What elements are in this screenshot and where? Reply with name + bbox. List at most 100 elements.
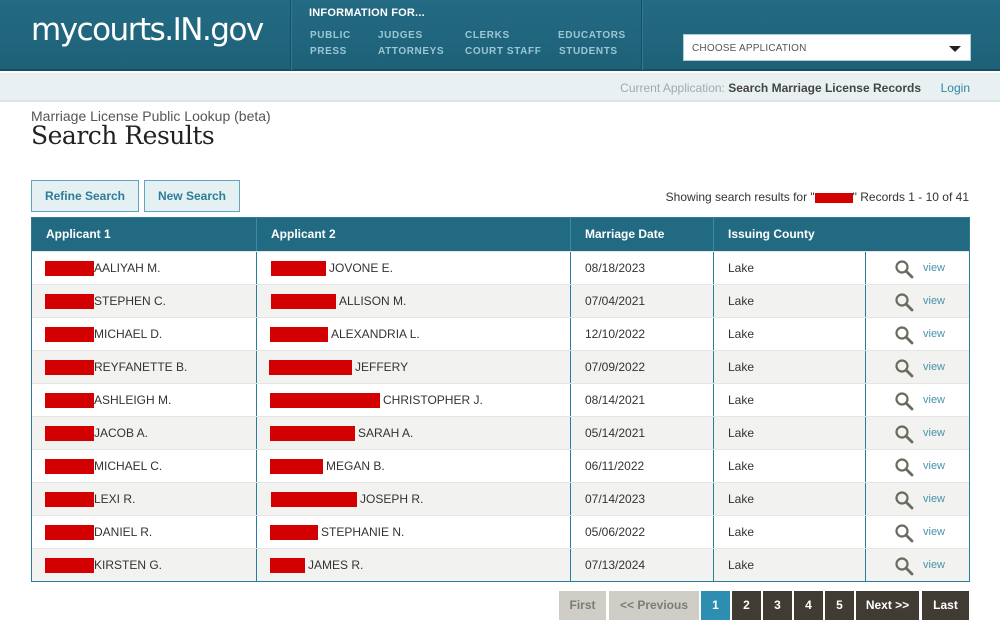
view-link[interactable]: view [923,450,945,482]
column-divider [713,285,714,318]
magnifier-icon[interactable] [894,292,914,312]
applicant-1-cell: AALIYAH M. [45,252,160,284]
redacted-surname [45,459,94,475]
column-divider [865,483,866,516]
login-link[interactable]: Login [941,81,970,95]
applicant-1-name: REYFANETTE B. [94,360,188,374]
magnifier-icon[interactable] [894,391,914,411]
marriage-date: 12/10/2022 [585,327,646,341]
results-prefix: Showing search results for " [665,190,815,204]
magnifier-icon[interactable] [894,556,914,576]
pagination-next[interactable]: Next >> [856,591,919,620]
table-row: JACOB A. SARAH A. 05/14/2021 Lake view [32,416,969,450]
applicant-1-cell: REYFANETTE B. [45,351,187,383]
applicant-2-name: MEGAN B. [326,459,385,473]
applicant-1-name: MICHAEL D. [94,327,163,341]
applicant-1-cell: KIRSTEN G. [45,549,162,581]
view-link[interactable]: view [923,285,945,317]
applicant-1-cell: MICHAEL D. [45,318,162,350]
info-link-public[interactable]: PUBLIC [310,30,351,41]
info-link-students[interactable]: STUDENTS [559,46,618,57]
redacted-surname [45,558,94,574]
page-title: Search Results [31,121,215,150]
column-header-marriage-date: Marriage Date [585,227,665,241]
applicant-2-cell: MEGAN B. [270,450,385,482]
table-row: LEXI R. JOSEPH R. 07/14/2023 Lake view [32,482,969,516]
table-row: MICHAEL D. ALEXANDRIA L. 12/10/2022 Lake vie… [32,317,969,351]
site-logo[interactable]: mycourts.IN.gov [31,12,264,48]
column-divider [570,351,571,384]
info-link-educators[interactable]: EDUCATORS [558,30,626,41]
column-divider [256,549,257,582]
marriage-date: 07/13/2024 [585,558,646,572]
caret-down-icon [949,46,961,52]
column-divider [713,417,714,450]
applicant-2-name: STEPHANIE N. [321,525,405,539]
pagination-page-2[interactable]: 2 [732,591,761,620]
view-link[interactable]: view [923,351,945,383]
pagination-page-4[interactable]: 4 [794,591,823,620]
view-link[interactable]: view [923,417,945,449]
applicant-2-name: JOSEPH R. [360,492,424,506]
redacted-surname [270,393,380,409]
issuing-county: Lake [728,360,755,374]
results-table: Applicant 1 Applicant 2 Marriage Date Is… [31,217,970,582]
column-divider [570,483,571,516]
application-bar: Current Application: Search Marriage Lic… [0,73,1000,102]
info-link-judges[interactable]: JUDGES [378,30,423,41]
applicant-2-name: JEFFERY [355,360,409,374]
choose-application-select[interactable]: CHOOSE APPLICATION [683,34,971,61]
new-search-button[interactable]: New Search [144,180,240,212]
issuing-county: Lake [728,294,755,308]
redacted-surname [270,426,355,442]
marriage-date: 05/06/2022 [585,525,646,539]
issuing-county: Lake [728,327,755,341]
column-divider [865,417,866,450]
marriage-date: 05/14/2021 [585,426,646,440]
pagination-page-3[interactable]: 3 [763,591,792,620]
info-link-press[interactable]: PRESS [310,46,347,57]
table-header: Applicant 1 Applicant 2 Marriage Date Is… [32,218,969,251]
column-divider [570,549,571,582]
column-divider [256,483,257,516]
applicant-2-name: CHRISTOPHER J. [383,393,483,407]
applicant-1-cell: LEXI R. [45,483,135,515]
redacted-surname [45,327,94,343]
column-divider [865,351,866,384]
pagination-previous[interactable]: << Previous [609,591,699,620]
pagination-last[interactable]: Last [922,591,969,620]
view-link[interactable]: view [923,384,945,416]
table-row: STEPHEN C. ALLISON M. 07/04/2021 Lake view [32,284,969,318]
view-link[interactable]: view [923,516,945,548]
redacted-surname [271,261,326,277]
info-link-clerks[interactable]: CLERKS [465,30,510,41]
column-divider [570,417,571,450]
view-link[interactable]: view [923,252,945,284]
refine-search-button[interactable]: Refine Search [31,180,139,212]
view-link[interactable]: view [923,549,945,581]
marriage-date: 06/11/2022 [585,459,645,473]
applicant-2-name: SARAH A. [358,426,414,440]
magnifier-icon[interactable] [894,424,914,444]
pagination-page-1[interactable]: 1 [701,591,730,620]
pagination-page-5[interactable]: 5 [825,591,854,620]
view-link[interactable]: view [923,483,945,515]
pagination-first[interactable]: First [559,591,606,620]
information-for-title: INFORMATION FOR... [309,7,425,19]
magnifier-icon[interactable] [894,490,914,510]
issuing-county: Lake [728,558,755,572]
view-link[interactable]: view [923,318,945,350]
info-link-attorneys[interactable]: ATTORNEYS [378,46,444,57]
applicant-2-name: ALEXANDRIA L. [331,327,420,341]
magnifier-icon[interactable] [894,259,914,279]
magnifier-icon[interactable] [894,325,914,345]
column-header-applicant-2: Applicant 2 [271,227,336,241]
current-application: Current Application: Search Marriage Lic… [620,81,921,95]
magnifier-icon[interactable] [894,358,914,378]
applicant-1-cell: JACOB A. [45,417,148,449]
column-divider [713,384,714,417]
magnifier-icon[interactable] [894,457,914,477]
info-link-court-staff[interactable]: COURT STAFF [465,46,541,57]
magnifier-icon[interactable] [894,523,914,543]
column-divider [256,450,257,483]
